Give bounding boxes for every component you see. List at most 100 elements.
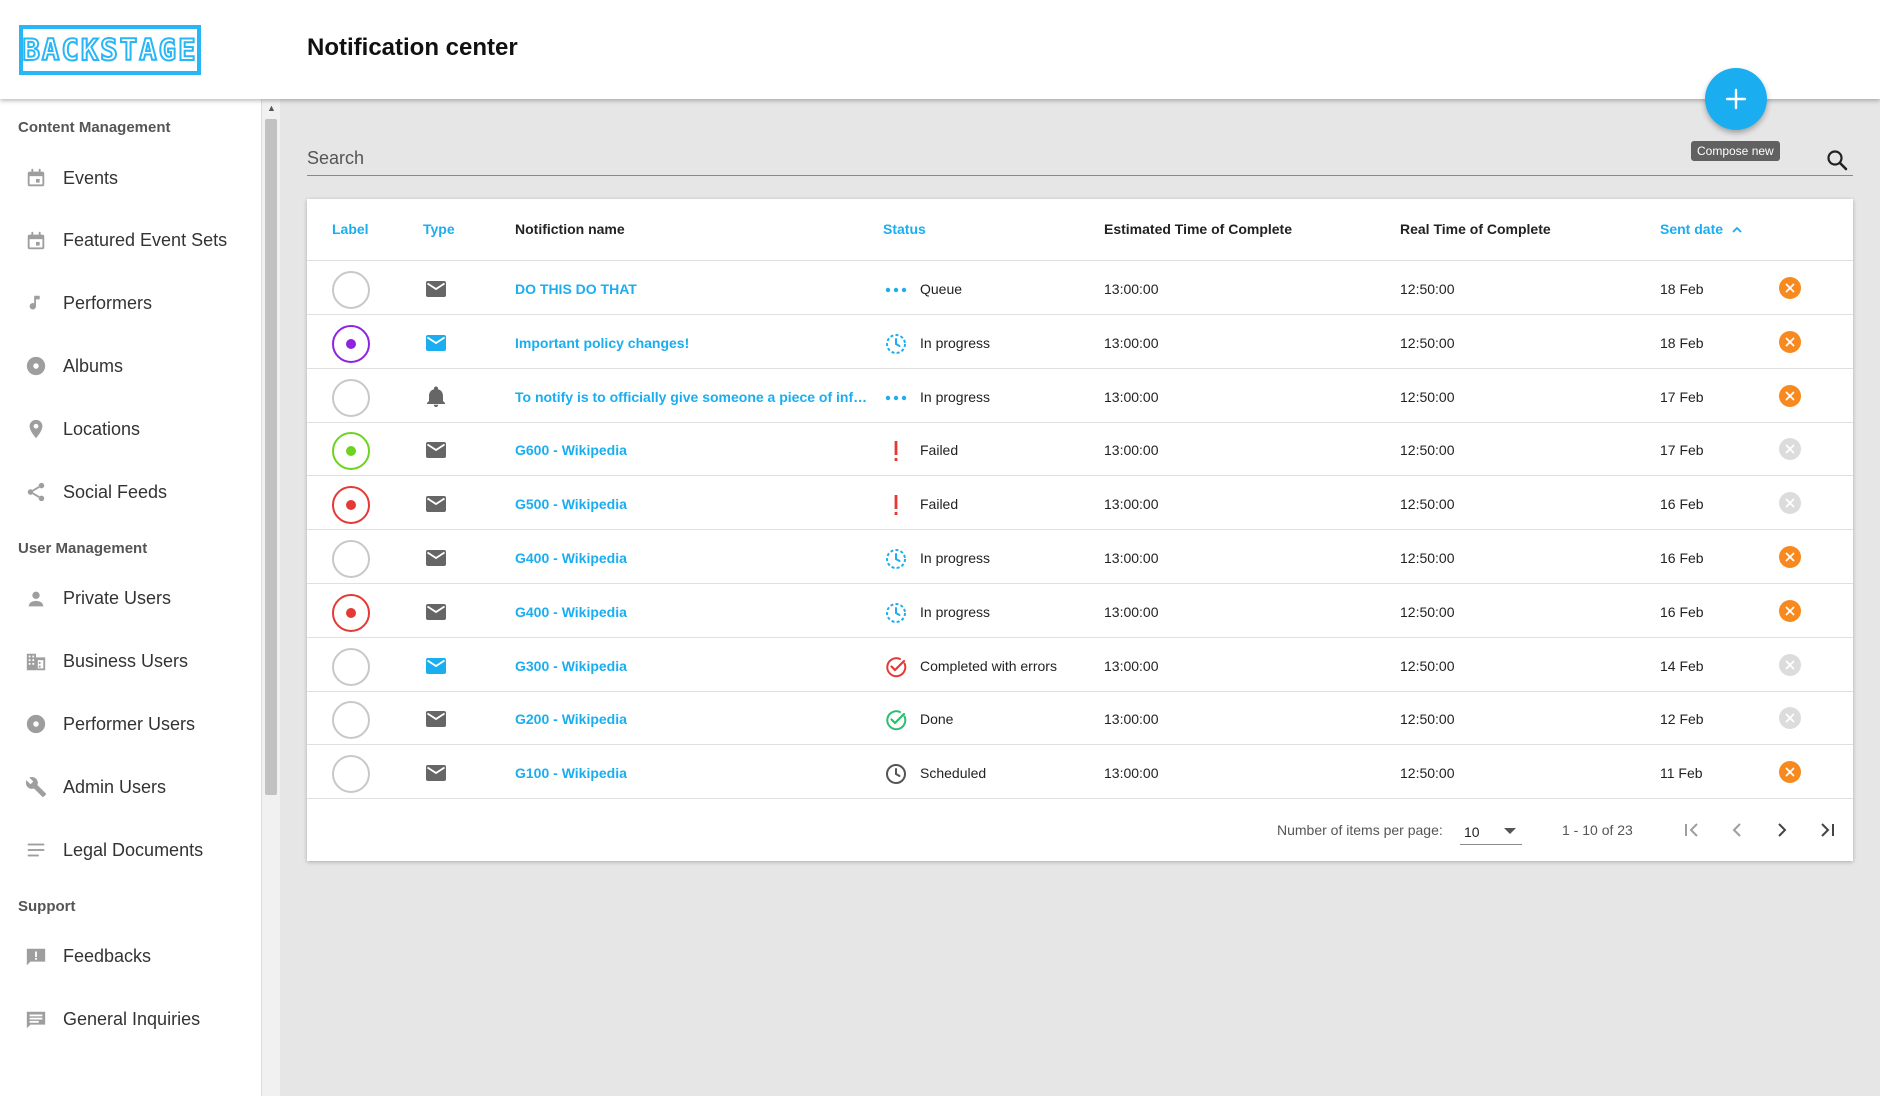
items-per-page-label: Number of items per page: (1277, 822, 1443, 838)
scrollbar-thumb[interactable] (265, 119, 277, 795)
close-icon (1785, 660, 1795, 669)
notification-name-link[interactable]: G400 - Wikipedia (515, 550, 627, 566)
sidebar-item-general-inquiries[interactable]: General Inquiries (0, 995, 261, 1045)
estimated-time: 13:00:00 (1104, 550, 1159, 566)
column-header-sent-date[interactable]: Sent date (1660, 221, 1743, 237)
status-text: Done (920, 711, 954, 728)
search-input[interactable] (307, 140, 1807, 176)
close-icon (1785, 713, 1795, 723)
mail-icon (426, 603, 446, 620)
table-row[interactable]: G300 - Wikipedia Completed with errors 1… (307, 638, 1853, 692)
status-indicator (883, 438, 909, 464)
column-header-type[interactable]: Type (423, 221, 455, 237)
label-indicator[interactable] (332, 378, 370, 417)
previous-page-button[interactable] (1722, 815, 1752, 845)
cancel-notification-button[interactable] (1779, 438, 1801, 461)
label-indicator[interactable] (332, 701, 370, 740)
sidebar-item-business-users[interactable]: Business Users (0, 637, 261, 687)
label-indicator[interactable] (332, 755, 370, 794)
table-row[interactable]: G600 - Wikipedia Failed 13:00:00 12:50:0… (307, 422, 1853, 477)
real-time: 12:50:00 (1400, 603, 1455, 620)
search-icon[interactable] (1825, 148, 1849, 172)
sidebar-item-events[interactable]: Events (0, 153, 261, 203)
cancel-notification-button[interactable] (1779, 653, 1801, 676)
notification-name-link[interactable]: G400 - Wikipedia (515, 604, 627, 620)
sidebar-item-performer-users[interactable]: Performer Users (0, 699, 261, 749)
last-page-button[interactable] (1812, 815, 1842, 845)
table-row[interactable]: Important policy changes! In progress 13… (307, 315, 1853, 369)
type-indicator (424, 600, 448, 624)
column-header-label[interactable]: Label (332, 221, 369, 237)
scroll-up-arrow[interactable]: ▲ (262, 103, 281, 115)
label-indicator[interactable] (332, 432, 370, 471)
cancel-notification-button[interactable] (1779, 707, 1801, 730)
status-text: In progress (920, 603, 991, 620)
real-time: 12:50:00 (1400, 388, 1455, 405)
notification-name-link[interactable]: G300 - Wikipedia (515, 658, 627, 674)
notification-name-link[interactable]: DO THIS DO THAT (515, 281, 637, 297)
table-row[interactable]: G400 - Wikipedia In progress 13:00:00 12… (307, 530, 1853, 584)
table-row[interactable]: DO THIS DO THAT Queue 13:00:00 12:50:00 … (307, 261, 1853, 315)
sidebar-item-private-users[interactable]: Private Users (0, 574, 261, 624)
items-per-page-value: 10 (1464, 824, 1480, 840)
table-row[interactable]: G500 - Wikipedia Failed 13:00:00 12:50:0… (307, 476, 1853, 531)
notification-name-link[interactable]: G600 - Wikipedia (515, 442, 627, 458)
sidebar-item-performers[interactable]: Performers (0, 279, 261, 329)
compose-new-button[interactable] (1705, 68, 1767, 130)
cancel-notification-button[interactable] (1779, 599, 1801, 622)
notifications-table: Label Type Notifiction name Status Estim… (307, 199, 1853, 861)
queued-dots-icon (885, 395, 907, 400)
page-title: Notification center (307, 34, 518, 61)
sidebar-item-social-feeds[interactable]: Social Feeds (0, 467, 261, 517)
cancel-notification-button[interactable] (1779, 330, 1801, 353)
type-indicator (424, 761, 448, 785)
next-page-button[interactable] (1767, 815, 1797, 845)
album-icon (24, 354, 48, 378)
label-indicator[interactable] (332, 540, 370, 578)
status-text: Scheduled (920, 765, 987, 782)
label-indicator[interactable] (332, 271, 370, 309)
status-indicator (883, 600, 909, 626)
table-row[interactable]: To notify is to officially give someone … (307, 369, 1853, 423)
done-check-icon (886, 710, 907, 731)
backstage-logo[interactable]: BACKSTAGE (19, 25, 201, 75)
notification-name-link[interactable]: Important policy changes! (515, 335, 689, 351)
label-indicator[interactable] (332, 486, 370, 525)
cancel-notification-button[interactable] (1779, 492, 1801, 515)
sidebar-item-label: Performers (63, 293, 153, 314)
status-text: Queue (920, 281, 963, 297)
notification-name-link[interactable]: G100 - Wikipedia (515, 765, 627, 781)
column-header-estimated-time: Estimated Time of Complete (1104, 221, 1293, 237)
column-header-status[interactable]: Status (883, 221, 926, 237)
cancel-notification-button[interactable] (1779, 384, 1801, 407)
sent-date: 18 Feb (1660, 334, 1704, 351)
sidebar-item-albums[interactable]: Albums (0, 341, 261, 391)
notification-name-link[interactable]: To notify is to officially give someone … (515, 389, 875, 405)
table-row[interactable]: G400 - Wikipedia In progress 13:00:00 12… (307, 584, 1853, 638)
music-note-icon (24, 292, 48, 316)
items-per-page-select[interactable]: 10 (1460, 815, 1522, 845)
table-row[interactable]: G100 - Wikipedia Scheduled 13:00:00 12:5… (307, 745, 1853, 800)
scheduled-clock-icon (886, 764, 906, 785)
sidebar-item-locations[interactable]: Locations (0, 404, 261, 454)
sidebar-scrollbar[interactable]: ▲ (261, 99, 280, 1096)
notification-name-link[interactable]: G500 - Wikipedia (515, 496, 627, 512)
estimated-time: 13:00:00 (1104, 334, 1159, 351)
cancel-notification-button[interactable] (1779, 277, 1801, 299)
status-text: Completed with errors (920, 657, 1057, 674)
sidebar-item-admin-users[interactable]: Admin Users (0, 762, 261, 812)
close-icon (1785, 391, 1795, 400)
notification-name-link[interactable]: G200 - Wikipedia (515, 711, 627, 727)
label-indicator[interactable] (332, 647, 370, 686)
close-icon (1785, 498, 1795, 508)
sidebar-item-feedbacks[interactable]: Feedbacks (0, 932, 261, 982)
first-page-button[interactable] (1677, 815, 1707, 845)
cancel-notification-button[interactable] (1779, 761, 1801, 784)
cancel-notification-button[interactable] (1779, 546, 1801, 568)
label-indicator[interactable] (332, 324, 370, 363)
sidebar-item-legal-documents[interactable]: Legal Documents (0, 825, 261, 875)
table-row[interactable]: G200 - Wikipedia Done 13:00:00 12:50:00 … (307, 691, 1853, 746)
label-indicator[interactable] (332, 593, 370, 632)
sidebar-item-featured-event-sets[interactable]: Featured Event Sets (0, 216, 261, 266)
status-indicator (883, 277, 909, 303)
